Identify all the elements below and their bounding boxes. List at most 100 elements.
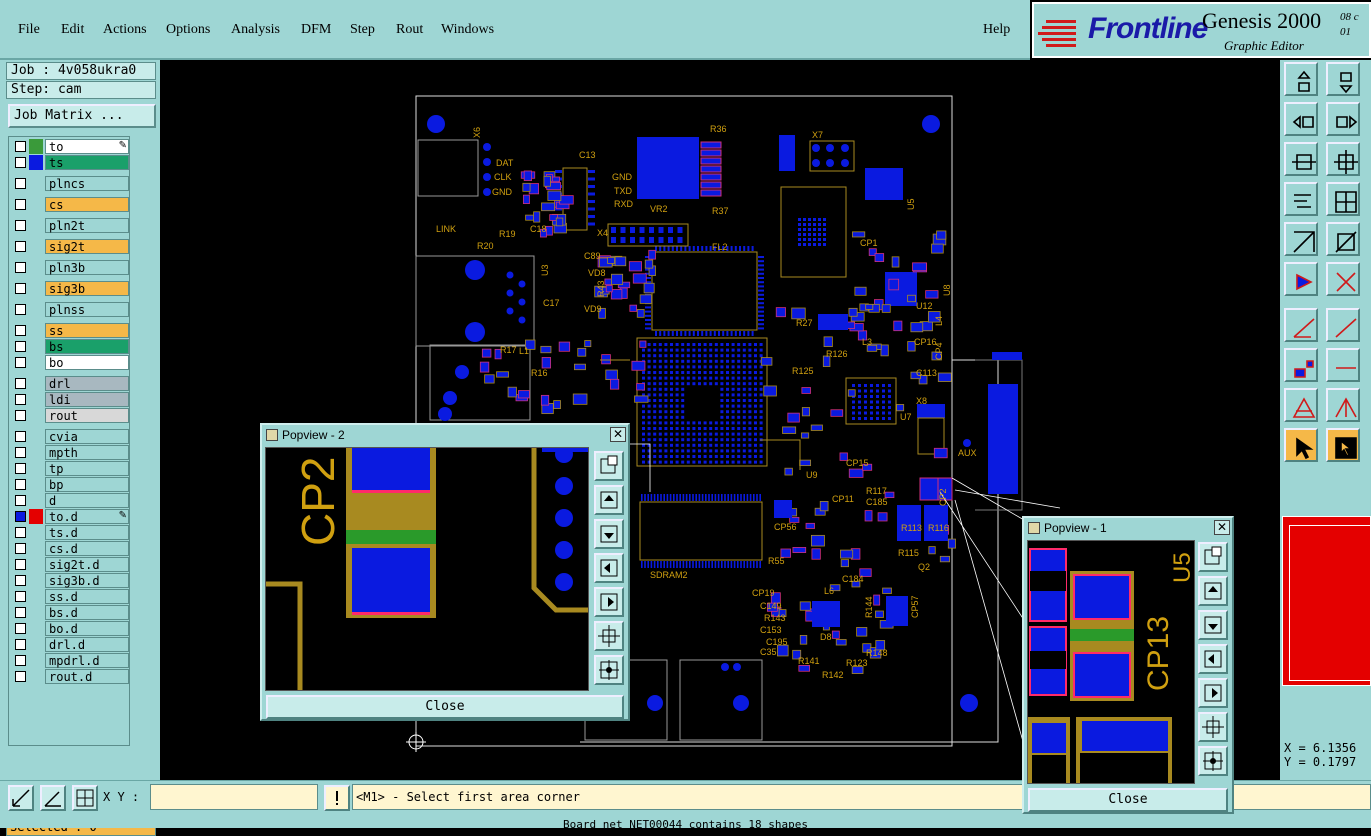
popview-2-close-button[interactable]: Close (266, 695, 624, 719)
layer-row-to-d[interactable]: to.d ✎ (11, 509, 129, 524)
layer-color-swatch[interactable] (29, 525, 43, 540)
move-up-button[interactable] (1284, 62, 1318, 96)
popview-2-view[interactable]: CP2 (265, 447, 589, 691)
layer-checkbox[interactable] (15, 671, 26, 682)
snap-point-button[interactable] (1284, 222, 1318, 256)
layer-color-swatch[interactable] (29, 637, 43, 652)
popview-1-window[interactable]: Popview - 1 ✕ CP13 U5 Close (1022, 516, 1234, 814)
layer-color-swatch[interactable] (29, 461, 43, 476)
layer-select-button[interactable] (1326, 222, 1360, 256)
move-left-button[interactable] (1284, 102, 1318, 136)
grid-button[interactable] (72, 785, 98, 811)
fit-center-button[interactable] (1326, 142, 1360, 176)
layer-checkbox[interactable] (15, 479, 26, 490)
layer-checkbox[interactable] (15, 178, 26, 189)
layer-name[interactable]: sig3b.d (45, 573, 129, 588)
layer-row-tp[interactable]: tp (11, 461, 129, 476)
layer-color-swatch[interactable] (29, 589, 43, 604)
layer-row-mpth[interactable]: mpth (11, 445, 129, 460)
layer-row-plncs[interactable]: plncs (11, 176, 129, 191)
popview-1-view[interactable]: CP13 U5 (1027, 540, 1195, 784)
layer-row-ldi[interactable]: ldi (11, 392, 129, 407)
layer-row-pln2t[interactable]: pln2t (11, 218, 129, 233)
select-arrow-button[interactable] (1284, 428, 1318, 462)
overview-map[interactable] (1282, 516, 1371, 686)
layer-row-sig2t-d[interactable]: sig2t.d (11, 557, 129, 572)
layer-checkbox[interactable] (15, 378, 26, 389)
menu-step[interactable]: Step (350, 22, 375, 38)
layer-checkbox[interactable] (15, 141, 26, 152)
layer-name[interactable]: to.d (45, 509, 129, 524)
triangle-button[interactable] (1284, 388, 1318, 422)
net-button[interactable] (1284, 262, 1318, 296)
layer-checkbox[interactable] (15, 220, 26, 231)
layer-row-to[interactable]: to ✎ (11, 139, 129, 154)
popview-1-pan-left-button[interactable] (1198, 644, 1228, 674)
layer-color-swatch[interactable] (29, 239, 43, 254)
layer-name[interactable]: cvia (45, 429, 129, 444)
layer-color-swatch[interactable] (29, 176, 43, 191)
layer-name[interactable]: mpth (45, 445, 129, 460)
layer-checkbox[interactable] (15, 639, 26, 650)
layer-name[interactable]: cs (45, 197, 129, 212)
layer-color-swatch[interactable] (29, 281, 43, 296)
layer-name[interactable]: drl (45, 376, 129, 391)
layer-name[interactable]: bo.d (45, 621, 129, 636)
select-box-arrow-button[interactable] (1326, 428, 1360, 462)
layer-row-pln3b[interactable]: pln3b (11, 260, 129, 275)
layer-checkbox[interactable] (15, 655, 26, 666)
popview-2-pan-up-button[interactable] (594, 485, 624, 515)
layer-row-bp[interactable]: bp (11, 477, 129, 492)
layer-name[interactable]: d (45, 493, 129, 508)
layer-row-plnss[interactable]: plnss (11, 302, 129, 317)
layer-name[interactable]: ss (45, 323, 129, 338)
layer-color-swatch[interactable] (29, 445, 43, 460)
popview-2-zoom-out-button[interactable] (594, 655, 624, 685)
layer-checkbox[interactable] (15, 325, 26, 336)
layer-checkbox[interactable] (15, 262, 26, 273)
layer-row-cvia[interactable]: cvia (11, 429, 129, 444)
layer-checkbox[interactable] (15, 410, 26, 421)
layer-row-bo-d[interactable]: bo.d (11, 621, 129, 636)
layer-color-swatch[interactable] (29, 509, 43, 524)
layer-name[interactable]: rout (45, 408, 129, 423)
layer-checkbox[interactable] (15, 431, 26, 442)
horizontal-line-button[interactable] (1326, 348, 1360, 382)
move-down-button[interactable] (1326, 62, 1360, 96)
layer-row-cs[interactable]: cs (11, 197, 129, 212)
layer-name[interactable]: ss.d (45, 589, 129, 604)
layer-name[interactable]: ldi (45, 392, 129, 407)
layer-row-cs-d[interactable]: cs.d (11, 541, 129, 556)
layer-name[interactable]: bs (45, 339, 129, 354)
layer-checkbox[interactable] (15, 511, 26, 522)
menu-windows[interactable]: Windows (441, 22, 494, 38)
measure-button[interactable] (40, 785, 66, 811)
layer-color-swatch[interactable] (29, 605, 43, 620)
info-button[interactable] (324, 785, 350, 811)
layer-name[interactable]: bo (45, 355, 129, 370)
layer-color-swatch[interactable] (29, 197, 43, 212)
layer-checkbox[interactable] (15, 283, 26, 294)
layer-checkbox[interactable] (15, 495, 26, 506)
layer-name[interactable]: bp (45, 477, 129, 492)
layer-color-swatch[interactable] (29, 541, 43, 556)
layer-color-swatch[interactable] (29, 355, 43, 370)
popview-2-zoom-fit-button[interactable] (594, 621, 624, 651)
layer-name[interactable]: tp (45, 461, 129, 476)
layer-row-ts[interactable]: ts (11, 155, 129, 170)
layer-name[interactable]: sig3b (45, 281, 129, 296)
popview-1-pan-down-button[interactable] (1198, 610, 1228, 640)
layer-checkbox[interactable] (15, 394, 26, 405)
layer-name[interactable]: sig2t (45, 239, 129, 254)
layer-name[interactable]: rout.d (45, 669, 129, 684)
layer-name[interactable]: cs.d (45, 541, 129, 556)
layer-checkbox[interactable] (15, 341, 26, 352)
layer-checkbox[interactable] (15, 575, 26, 586)
layer-checkbox[interactable] (15, 543, 26, 554)
layer-color-swatch[interactable] (29, 669, 43, 684)
layer-row-sig3b[interactable]: sig3b (11, 281, 129, 296)
layer-color-swatch[interactable] (29, 621, 43, 636)
layer-row-rout-d[interactable]: rout.d (11, 669, 129, 684)
layer-color-swatch[interactable] (29, 408, 43, 423)
layer-name[interactable]: mpdrl.d (45, 653, 129, 668)
